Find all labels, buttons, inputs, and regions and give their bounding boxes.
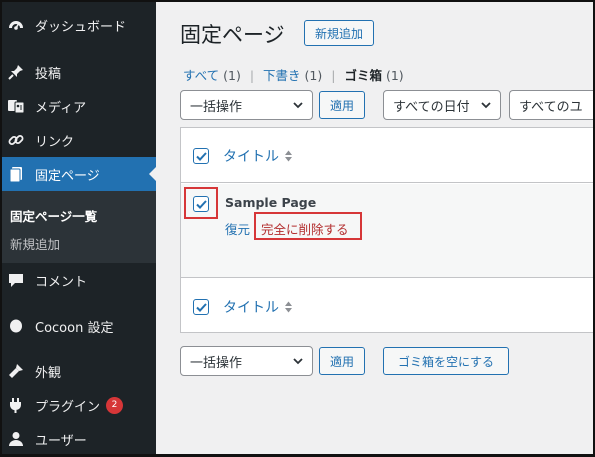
delete-permanently-link[interactable]: 完全に削除する [261,219,349,238]
sort-icon [284,300,293,314]
main-content: 固定ページ 新規追加 すべて (1) | 下書き (1) | ゴミ箱 (1) 一… [158,2,593,454]
sidebar-item-appearance[interactable]: 外観 [2,354,156,388]
plugin-icon [6,395,26,415]
post-title: Sample Page [225,195,317,210]
column-footer-title[interactable]: タイトル [223,297,293,317]
apply-button-bottom[interactable]: 適用 [319,347,365,375]
table-footer-row: タイトル [181,279,593,334]
chevron-down-icon [480,99,492,115]
filter-all-count: (1) [223,68,241,83]
status-filter-links: すべて (1) | 下書き (1) | ゴミ箱 (1) [183,65,404,84]
column-title-label: タイトル [223,149,279,165]
sidebar-item-label: リンク [35,134,75,150]
table-header-row: タイトル [181,128,593,183]
checkmark-icon [195,302,207,312]
sidebar-item-label: 外観 [35,365,62,381]
column-header-title[interactable]: タイトル [223,146,293,166]
bulk-action-select-top[interactable]: 一括操作 [180,90,313,120]
sidebar-item-posts[interactable]: 投稿 [2,55,156,89]
table-row: Sample Page 復元 完全に削除する [181,184,593,278]
appearance-icon [6,361,26,381]
user-icon [6,429,26,449]
admin-sidebar: ダッシュボード 投稿 メディア リンク 固定ページ 固定ページ一覧 新規追加 コ… [2,2,157,454]
sidebar-item-comments[interactable]: コメント [2,263,156,297]
sidebar-item-users[interactable]: ユーザー [2,422,156,454]
filter-all-link[interactable]: すべて [183,68,219,83]
sidebar-item-cocoon-settings[interactable]: Cocoon 設定 [2,309,156,343]
active-indicator [149,166,157,182]
update-count-badge: 2 [106,396,124,414]
sidebar-item-label: 固定ページ [35,168,100,184]
restore-link[interactable]: 復元 [225,219,250,238]
bulk-action-value: 一括操作 [190,355,243,371]
chevron-down-icon [292,355,304,371]
filter-trash-current[interactable]: ゴミ箱 [344,68,382,83]
checkbox-highlight-box [184,187,218,219]
media-icon [6,96,26,116]
date-filter-value: すべての日付 [393,99,470,115]
filter-trash-count: (1) [385,68,404,83]
sidebar-item-plugins[interactable]: プラグイン 2 [2,388,156,422]
sidebar-item-label: 投稿 [35,66,62,82]
chevron-down-icon [292,99,304,115]
filter-draft-count: (1) [304,68,323,83]
sidebar-item-label: プラグイン [35,399,101,415]
date-filter-select[interactable]: すべての日付 [383,90,501,120]
sidebar-item-label: Cocoon 設定 [35,320,114,336]
pages-table: タイトル Sample Page 復元 完全に削除する タイトル [180,127,593,334]
sidebar-item-label: メディア [35,100,87,116]
sidebar-item-links[interactable]: リンク [2,123,156,157]
category-filter-value: すべてのユ [519,99,583,115]
cocoon-icon [6,316,26,336]
page-title: 固定ページ [180,23,285,47]
select-all-checkbox-footer[interactable] [193,299,209,315]
bulk-action-value: 一括操作 [190,99,243,115]
sidebar-item-label: ダッシュボード [35,19,127,35]
filter-draft-link[interactable]: 下書き [263,68,301,83]
select-all-checkbox[interactable] [193,148,209,164]
submenu-item-add-new[interactable]: 新規追加 [10,234,60,253]
sort-icon [284,149,293,163]
column-title-label: タイトル [223,300,279,316]
sidebar-item-media[interactable]: メディア [2,89,156,123]
pages-submenu: 固定ページ一覧 新規追加 [2,191,156,263]
sidebar-item-label: コメント [35,274,88,290]
sidebar-item-dashboard[interactable]: ダッシュボード [2,8,156,42]
empty-trash-button[interactable]: ゴミ箱を空にする [383,347,509,375]
link-icon [6,130,26,150]
category-filter-select[interactable]: すべてのユ [509,90,593,120]
sidebar-item-label: ユーザー [35,433,87,449]
pages-icon [6,164,26,184]
filter-separator: | [331,68,336,83]
sidebar-item-pages[interactable]: 固定ページ [2,157,157,191]
apply-button-top[interactable]: 適用 [319,91,365,119]
bulk-action-select-bottom[interactable]: 一括操作 [180,346,313,376]
pin-icon [6,62,26,82]
add-new-button[interactable]: 新規追加 [304,20,374,46]
filter-separator: | [249,68,255,83]
app-window: ダッシュボード 投稿 メディア リンク 固定ページ 固定ページ一覧 新規追加 コ… [0,0,595,457]
comment-icon [6,270,26,290]
checkmark-icon [195,151,207,161]
submenu-item-all-pages[interactable]: 固定ページ一覧 [10,206,97,225]
dashboard-icon [6,15,26,35]
